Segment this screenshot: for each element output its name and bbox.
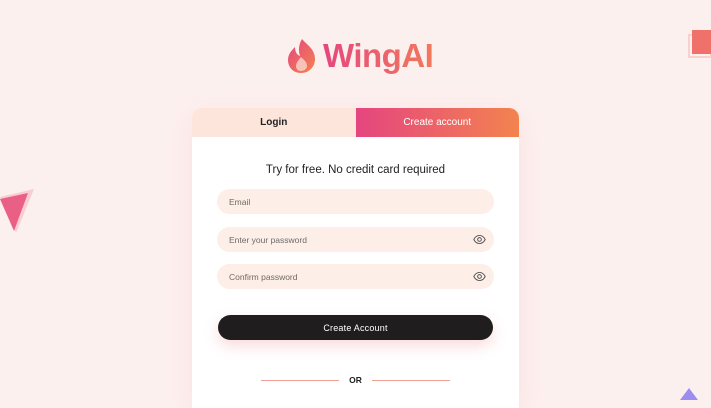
email-field[interactable] xyxy=(217,189,494,214)
divider-line-left xyxy=(261,379,340,381)
auth-card: Login Create account Try for free. No cr… xyxy=(192,108,519,408)
email-field-wrapper xyxy=(217,189,494,214)
tab-create-account[interactable]: Create account xyxy=(355,108,519,137)
divider-text: OR xyxy=(349,375,362,385)
eye-icon[interactable] xyxy=(473,233,486,246)
confirm-password-field-wrapper xyxy=(217,264,494,289)
brand-name: WingAI xyxy=(323,37,434,74)
create-account-button[interactable]: Create Account xyxy=(218,315,493,340)
tab-login[interactable]: Login xyxy=(192,108,356,137)
tagline: Try for free. No credit card required xyxy=(265,164,446,176)
decorative-square xyxy=(688,30,711,58)
auth-tabs: Login Create account xyxy=(192,108,519,137)
or-divider: OR xyxy=(192,375,519,385)
flame-icon xyxy=(288,39,315,73)
confirm-password-field[interactable] xyxy=(217,264,494,289)
brand-logo: WingAI xyxy=(285,36,434,76)
password-field[interactable] xyxy=(217,227,494,252)
decorative-triangle-bottom xyxy=(680,388,698,400)
divider-line-right xyxy=(371,379,450,381)
decorative-triangle-left xyxy=(0,189,34,233)
eye-icon[interactable] xyxy=(473,270,486,283)
password-field-wrapper xyxy=(217,227,494,252)
